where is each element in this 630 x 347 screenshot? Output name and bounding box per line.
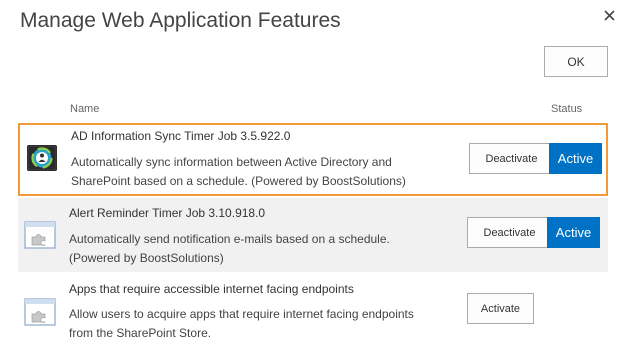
ad-sync-icon bbox=[27, 145, 57, 171]
feature-puzzle-icon bbox=[24, 298, 56, 326]
deactivate-button[interactable]: Deactivate bbox=[467, 217, 552, 248]
feature-description: Allow users to acquire apps that require… bbox=[69, 307, 414, 340]
feature-description: Automatically send notification e-mails … bbox=[69, 232, 390, 265]
status-badge: Active bbox=[549, 143, 602, 174]
feature-title: Alert Reminder Timer Job 3.10.918.0 bbox=[69, 206, 266, 220]
deactivate-button[interactable]: Deactivate bbox=[469, 143, 554, 174]
column-header-name: Name bbox=[70, 103, 100, 115]
status-badge: Active bbox=[547, 217, 600, 248]
feature-title: Apps that require accessible internet fa… bbox=[69, 282, 354, 296]
close-icon[interactable] bbox=[600, 6, 620, 26]
column-header-status: Status bbox=[551, 103, 583, 115]
ok-button[interactable]: OK bbox=[544, 46, 608, 77]
feature-puzzle-icon bbox=[24, 221, 56, 249]
feature-row-apps-endpoints: Apps that require accessible internet fa… bbox=[18, 275, 608, 347]
manage-features-dialog: Manage Web Application Features OK Name … bbox=[0, 0, 630, 347]
feature-description: Automatically sync information between A… bbox=[71, 155, 406, 188]
feature-row-alert-reminder: Alert Reminder Timer Job 3.10.918.0 Auto… bbox=[18, 198, 608, 272]
feature-row-ad-sync: AD Information Sync Timer Job 3.5.922.0 … bbox=[18, 123, 608, 196]
activate-button[interactable]: Activate bbox=[467, 293, 534, 324]
dialog-title: Manage Web Application Features bbox=[20, 9, 341, 32]
feature-title: AD Information Sync Timer Job 3.5.922.0 bbox=[71, 129, 291, 143]
